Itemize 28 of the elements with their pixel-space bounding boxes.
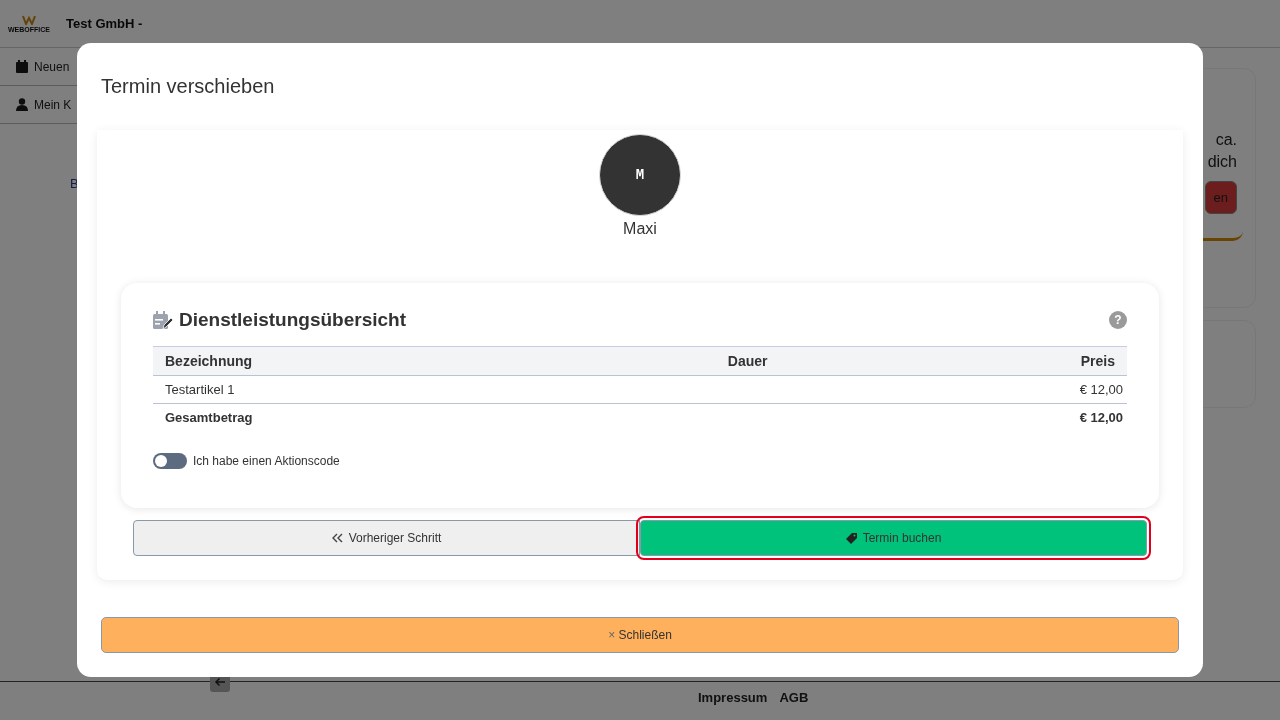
calendar-icon (16, 60, 28, 73)
user-icon (16, 98, 28, 111)
logo-mark-icon (22, 14, 36, 25)
table-cell: Gesamtbetrag (165, 410, 253, 425)
table-cell: € 12,00 (1079, 382, 1123, 397)
avatar-initial: M (635, 167, 645, 183)
table-cell: € 12,00 (1079, 410, 1123, 425)
company-name: Test GmbH - (66, 16, 143, 31)
tag-icon (845, 532, 857, 544)
double-chevron-left-icon (331, 533, 343, 543)
footer-link[interactable]: Impressum (698, 690, 768, 705)
close-button[interactable]: × Schließen (101, 617, 1179, 653)
notice-text: ca. (1215, 131, 1237, 149)
arrow-left-icon (214, 677, 226, 687)
dialog-title: Termin verschieben (101, 74, 276, 99)
help-icon[interactable]: ? (1109, 311, 1127, 329)
calendar-edit-icon (153, 310, 173, 330)
column-header: Dauer (615, 346, 881, 376)
toggle-label: Ich habe einen Aktionscode (193, 454, 340, 468)
table-cell: Testartikel 1 (165, 382, 235, 397)
column-header: Preis (880, 346, 1127, 376)
staff-name: Maxi (623, 220, 657, 238)
section-title: Dienstleistungsübersicht (179, 309, 406, 331)
toggle-switch[interactable] (153, 453, 187, 469)
previous-button[interactable]: Vorheriger Schritt (133, 520, 640, 556)
footer-link[interactable]: AGB (779, 690, 809, 705)
notice-text: dich (1207, 153, 1237, 171)
column-header: Bezeichnung (153, 346, 616, 376)
